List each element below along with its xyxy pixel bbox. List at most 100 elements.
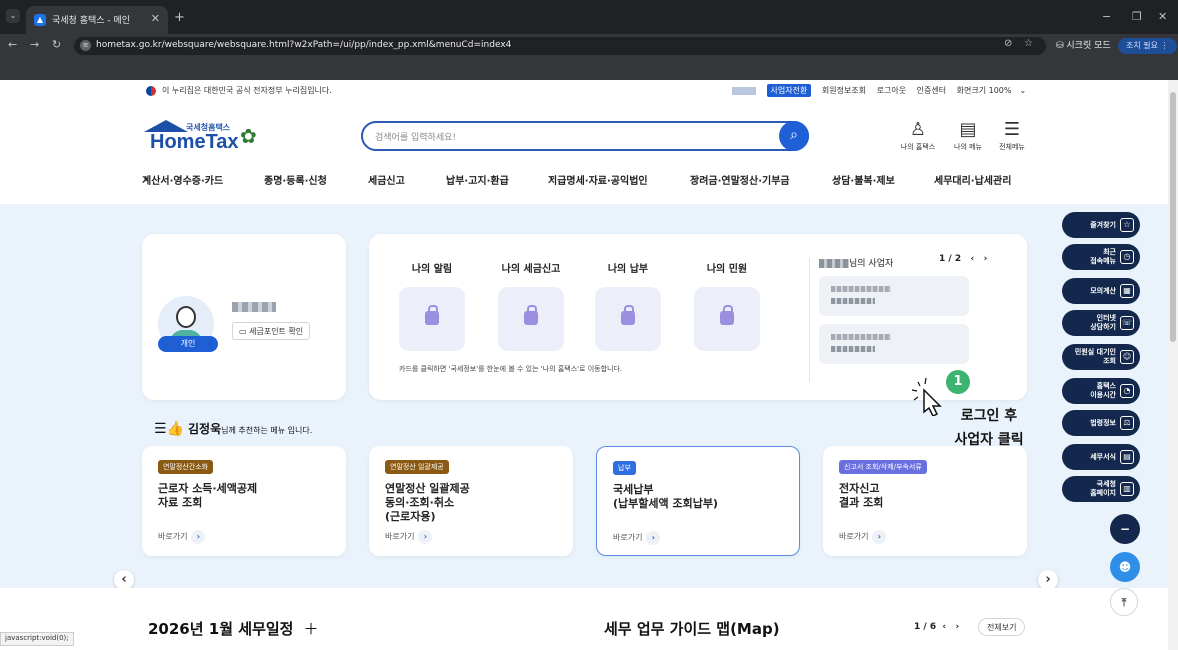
quick-menu-label: 인터넷 상담하기 xyxy=(1090,314,1116,331)
my-civil-card[interactable]: 나의 민원 xyxy=(694,260,760,351)
minus-icon: − xyxy=(1119,522,1131,536)
tab-search-icon[interactable]: ⌄ xyxy=(6,9,20,23)
my-alarm-tile[interactable] xyxy=(399,287,465,351)
quick-menu-favorites[interactable]: 즐겨찾기 ☆ xyxy=(1062,212,1140,238)
guide-map-title: 세무 업무 가이드 맵(Map) xyxy=(604,620,780,638)
font-size-select[interactable]: 화면크기 100% xyxy=(957,86,1012,95)
recommend-card[interactable]: 연말정산간소화 근로자 소득·세액공제 자료 조회 바로가기 › xyxy=(142,446,346,556)
nav-tax-report[interactable]: 세금신고 ⌄ xyxy=(368,172,405,187)
logo-big-text: HomeTax xyxy=(150,131,239,153)
nav-payment[interactable]: 납부·고지·환급 ⌄ xyxy=(446,172,509,187)
quick-menu-hours[interactable]: 홈택스 이용시간 ◔ xyxy=(1062,378,1140,404)
member-info-link[interactable]: 회원정보조회 xyxy=(822,86,866,95)
biz-prev-icon[interactable]: ‹ xyxy=(964,254,977,264)
close-window-icon[interactable]: ✕ xyxy=(1158,10,1167,23)
quick-menu-forms[interactable]: 세무서식 ▤ xyxy=(1062,444,1140,470)
my-payment-tile[interactable] xyxy=(595,287,661,351)
nav-statements[interactable]: 지급명세·자료·공익법인 ⌄ xyxy=(548,172,648,187)
quick-menu-consult[interactable]: 인터넷 상담하기 ☏ xyxy=(1062,310,1140,336)
shortcut-link[interactable]: 바로가기 › xyxy=(158,530,206,544)
nav-certificate[interactable]: 증명·등록·신청 ⌄ xyxy=(264,172,327,187)
quick-menu-calc[interactable]: 모의계산 ▦ xyxy=(1062,278,1140,304)
carousel-prev-button[interactable]: ‹ xyxy=(114,570,134,590)
url-field[interactable]: ≡ hometax.go.kr/websquare/websquare.html… xyxy=(74,37,1046,55)
logout-link[interactable]: 로그아웃 xyxy=(877,86,906,95)
shortcut-label: 바로가기 xyxy=(613,533,643,542)
recommend-text: 연말정산 일괄제공 동의·조회·취소 (근로자용) xyxy=(385,482,470,523)
address-bar-row: ← → ↻ ≡ hometax.go.kr/websquare/websquar… xyxy=(0,34,1178,58)
new-tab-icon[interactable]: + xyxy=(174,10,185,25)
avatar-face-icon xyxy=(176,306,196,328)
carousel-next-button[interactable]: › xyxy=(1038,570,1058,590)
my-alarm-card[interactable]: 나의 알림 xyxy=(399,260,465,351)
guide-prev-icon[interactable]: ‹ xyxy=(936,622,949,632)
nav-consulting[interactable]: 상담·불복·제보 ⌄ xyxy=(832,172,895,187)
quick-menu-nts-home[interactable]: 국세청 홈페이지 ▥ xyxy=(1062,476,1140,502)
shortcut-link[interactable]: 바로가기 › xyxy=(839,530,887,544)
site-info-icon[interactable]: ≡ xyxy=(80,40,91,51)
my-payment-card[interactable]: 나의 납부 xyxy=(595,260,661,351)
font-size-chevron-icon: ⌄ xyxy=(1019,86,1027,95)
hometax-logo[interactable]: 국세청홈택스 HomeTax ✿ xyxy=(142,120,272,160)
shortcut-link[interactable]: 바로가기 › xyxy=(613,531,661,545)
my-hometax-button[interactable]: ♙ 나의 홈택스 xyxy=(896,120,940,152)
chatbot-button[interactable]: ☻ xyxy=(1110,552,1140,582)
business-item-2[interactable] xyxy=(819,324,969,364)
guide-next-icon[interactable]: › xyxy=(949,622,959,632)
quick-menu-waiting[interactable]: 민원실 대기인 조회 ☺ xyxy=(1062,344,1140,370)
quick-menu-label: 민원실 대기인 조회 xyxy=(1074,348,1116,365)
reload-icon[interactable]: ↻ xyxy=(52,38,61,51)
search-box[interactable]: 검색어를 입력하세요! ⌕ xyxy=(361,121,809,151)
recommend-card[interactable]: 신고서 조회/삭제/부속서류 전자신고 결과 조회 바로가기 › xyxy=(823,446,1027,556)
tab-close-icon[interactable]: ✕ xyxy=(151,12,160,25)
back-icon[interactable]: ← xyxy=(8,38,17,51)
cert-center-link[interactable]: 인증센터 xyxy=(917,86,946,95)
lock-icon xyxy=(425,305,439,325)
quick-menu-label: 최근 접속메뉴 xyxy=(1090,248,1116,265)
page-scrollbar[interactable] xyxy=(1168,80,1178,650)
search-icon: ⌕ xyxy=(790,127,798,143)
sync-button[interactable]: 조치 필요 ⋮ xyxy=(1118,38,1177,54)
gov-notice[interactable]: 이 누리집은 대한민국 공식 전자정부 누리집입니다. xyxy=(162,85,332,96)
nav-incentives[interactable]: 장려금·연말정산·기부금 ⌄ xyxy=(690,172,790,187)
my-tax-report-tile[interactable] xyxy=(498,287,564,351)
plus-icon[interactable]: ＋ xyxy=(299,620,318,638)
search-input[interactable]: 검색어를 입력하세요! xyxy=(375,130,456,143)
business-item-1[interactable] xyxy=(819,276,969,316)
minimize-icon[interactable]: − xyxy=(1102,10,1111,23)
eye-off-icon[interactable]: ⊘ xyxy=(1004,38,1012,49)
main-section: 개인 ▭ 세금포인트 확인 나의 알림 나의 세금신고 나의 납부 나의 민원 … xyxy=(0,204,1168,590)
incognito-indicator[interactable]: ⛁ 시크릿 모드 xyxy=(1056,38,1111,51)
my-tax-report-card[interactable]: 나의 세금신고 xyxy=(498,260,564,351)
quick-menu-law[interactable]: 법령정보 ⚖ xyxy=(1062,410,1140,436)
collapse-quick-menu-button[interactable]: − xyxy=(1110,514,1140,544)
nav-invoice[interactable]: 계산서·영수증·카드 ⌄ xyxy=(142,172,223,187)
biz-next-icon[interactable]: › xyxy=(977,254,988,264)
recommend-card[interactable]: 연말정산 일괄제공 연말정산 일괄제공 동의·조회·취소 (근로자용) 바로가기… xyxy=(369,446,573,556)
incognito-icon: ⛁ xyxy=(1056,41,1067,51)
forward-icon[interactable]: → xyxy=(30,38,39,51)
url-text: hometax.go.kr/websquare/websquare.html?w… xyxy=(96,40,512,50)
recommend-card[interactable]: 납부 국세납부 (납부할세액 조회납부) 바로가기 › xyxy=(596,446,800,556)
time-icon: ◔ xyxy=(1120,384,1134,398)
quick-menu-label: 모의계산 xyxy=(1090,286,1116,295)
tax-point-button[interactable]: ▭ 세금포인트 확인 xyxy=(232,322,311,340)
biz-switch-button[interactable]: 사업자전환 xyxy=(766,84,812,97)
browser-tab-bar: ⌄ ▲ 국세청 홈택스 - 메인 ✕ + − ❐ ✕ xyxy=(0,0,1178,34)
shortcut-link[interactable]: 바로가기 › xyxy=(385,530,433,544)
search-button[interactable]: ⌕ xyxy=(779,121,809,151)
scrollbar-thumb[interactable] xyxy=(1170,92,1176,342)
all-menu-button[interactable]: ☰ 전체메뉴 xyxy=(990,120,1034,152)
clock-icon: ◷ xyxy=(1120,250,1134,264)
scroll-top-button[interactable]: ⤒ xyxy=(1110,588,1138,616)
my-menu-button[interactable]: ▤ 나의 메뉴 xyxy=(946,120,990,152)
browser-tab[interactable]: ▲ 국세청 홈택스 - 메인 ✕ xyxy=(26,6,168,34)
nav-tax-agent[interactable]: 세무대리·납세관리 ⌄ xyxy=(934,172,1011,187)
my-civil-tile[interactable] xyxy=(694,287,760,351)
restore-icon[interactable]: ❐ xyxy=(1132,10,1142,23)
bookmark-star-icon[interactable]: ☆ xyxy=(1024,38,1033,49)
view-all-button[interactable]: 전체보기 xyxy=(978,618,1026,636)
quick-menu-recent[interactable]: 최근 접속메뉴 ◷ xyxy=(1062,244,1140,270)
individual-badge: 개인 xyxy=(158,336,218,352)
guide-pager: 1 / 6 ‹ › xyxy=(914,622,959,632)
